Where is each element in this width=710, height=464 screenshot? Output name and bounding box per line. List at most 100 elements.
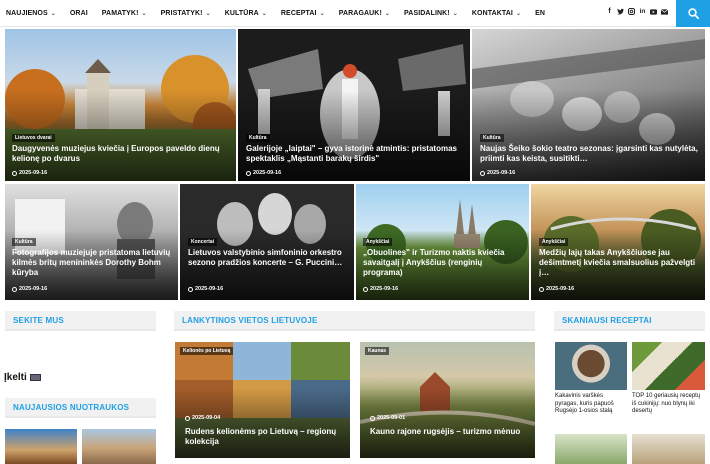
gradient-overlay bbox=[360, 388, 535, 458]
nav-item-paragauk[interactable]: PARAGAUK! ⌄ bbox=[333, 10, 390, 17]
chevron-down-icon: ⌄ bbox=[141, 10, 147, 17]
article-date: 2025-09-16 bbox=[246, 170, 281, 176]
places-section-header: LANKYTINOS VIETOS LIETUVOJE bbox=[174, 311, 535, 331]
twitter-icon[interactable] bbox=[617, 7, 624, 16]
chevron-down-icon: ⌄ bbox=[452, 10, 458, 17]
photos-section-header: NAUJAUSIOS NUOTRAUKOS bbox=[5, 398, 156, 418]
article-date: 2025-09-16 bbox=[480, 170, 515, 176]
featured-article[interactable]: Lietuvos dvarai Daugyvenės muziejus kvie… bbox=[5, 29, 236, 181]
nav-item-label: PRISTATYK! bbox=[160, 9, 203, 17]
article-title[interactable]: Naujas Šeiko šokio teatro sezonas: įgars… bbox=[480, 144, 700, 164]
top-navigation: NAUJIENOS ⌄ ORAI PAMATYK! ⌄ PRISTATYK! ⌄ KULTŪR… bbox=[0, 0, 710, 27]
nav-item-label: ORAI bbox=[69, 9, 88, 17]
clock-icon bbox=[363, 286, 368, 292]
article-date: 2025-09-04 bbox=[185, 415, 220, 421]
gradient-overlay bbox=[238, 89, 470, 181]
place-article[interactable]: Kaunas 2025-09-01 Kauno rajone rugsėjis … bbox=[360, 342, 535, 458]
article-date: 2025-09-16 bbox=[539, 286, 574, 292]
category-badge[interactable]: Kaunas bbox=[365, 347, 390, 355]
clock-icon bbox=[188, 286, 193, 292]
featured-article[interactable]: Koncertai Lietuvos valstybinio simfonini… bbox=[180, 184, 354, 300]
recipe-image bbox=[632, 342, 705, 390]
clock-icon bbox=[539, 286, 544, 292]
category-badge[interactable]: Kultūra bbox=[480, 134, 504, 142]
nav-item-kontaktai[interactable]: KONTAKTAI ⌄ bbox=[466, 10, 521, 17]
article-title[interactable]: Lietuvos valstybinio simfoninio orkestro… bbox=[188, 248, 348, 268]
recipe-image bbox=[555, 342, 627, 390]
search-button[interactable] bbox=[676, 0, 710, 27]
clock-icon bbox=[370, 415, 375, 421]
facebook-icon[interactable]: f bbox=[606, 7, 613, 16]
article-title[interactable]: Rudens kelionėms po Lietuvą – regionų ko… bbox=[185, 427, 345, 447]
recipe-title[interactable]: Kakavinis varškės pyragas, kuris papuoš … bbox=[555, 393, 627, 416]
youtube-icon[interactable] bbox=[650, 7, 657, 16]
clock-icon bbox=[185, 415, 190, 421]
recipe-image bbox=[555, 434, 627, 464]
section-title: SEKITE MUS bbox=[13, 316, 64, 325]
category-badge[interactable]: Koncertai bbox=[188, 238, 218, 246]
article-title[interactable]: Kauno rajone rugsėjis – turizmo mėnuo bbox=[370, 427, 530, 437]
section-title: NAUJAUSIOS NUOTRAUKOS bbox=[13, 403, 130, 412]
chevron-down-icon: ⌄ bbox=[319, 10, 325, 17]
article-title[interactable]: Fotografijos muziejuje pristatoma lietuv… bbox=[12, 248, 172, 278]
category-badge[interactable]: Kultūra bbox=[12, 238, 36, 246]
recipe-item[interactable]: TOP 10 geriausių receptų iš cukinijų: nu… bbox=[632, 342, 705, 422]
nav-item-orai[interactable]: ORAI bbox=[64, 10, 88, 17]
nav-menu: NAUJIENOS ⌄ ORAI PAMATYK! ⌄ PRISTATYK! ⌄ KULTŪR… bbox=[0, 0, 553, 26]
nav-item-label: PAMATYK! bbox=[101, 9, 139, 17]
mail-icon[interactable] bbox=[661, 7, 668, 16]
social-links: f in bbox=[606, 7, 668, 16]
featured-article[interactable]: Kultūra Fotografijos muziejuje pristatom… bbox=[5, 184, 178, 300]
section-title: LANKYTINOS VIETOS LIETUVOJE bbox=[182, 316, 318, 325]
article-date: 2025-09-16 bbox=[188, 286, 223, 292]
place-article[interactable]: Kelionės po Lietuvą 2025-09-04 Rudens ke… bbox=[175, 342, 350, 458]
photo-thumbnail[interactable] bbox=[82, 429, 156, 464]
nav-item-kultūra[interactable]: KULTŪRA ⌄ bbox=[219, 10, 267, 17]
category-badge[interactable]: Lietuvos dvarai bbox=[12, 134, 55, 142]
upload-link[interactable]: Įkelti bbox=[4, 372, 41, 383]
photo-image bbox=[5, 429, 77, 464]
recipe-image bbox=[632, 434, 705, 464]
article-date: 2025-09-01 bbox=[370, 415, 405, 421]
upload-label[interactable]: Įkelti bbox=[4, 372, 27, 383]
featured-article[interactable]: Kultūra Naujas Šeiko šokio teatro sezona… bbox=[472, 29, 705, 181]
chevron-down-icon: ⌄ bbox=[205, 10, 211, 17]
article-title[interactable]: Galerijoje „laiptai" – gyva istorinė atm… bbox=[246, 144, 466, 164]
nav-item-pasidalink[interactable]: PASIDALINK! ⌄ bbox=[398, 10, 458, 17]
article-date: 2025-09-16 bbox=[363, 286, 398, 292]
article-title[interactable]: „Obuolines" ir Turizmo naktis kviečia sa… bbox=[363, 248, 523, 278]
recipe-title[interactable]: TOP 10 geriausių receptų iš cukinijų: nu… bbox=[632, 393, 704, 416]
photo-image bbox=[82, 429, 156, 464]
chevron-down-icon: ⌄ bbox=[515, 10, 522, 17]
featured-article[interactable]: Anykščiai Medžių lajų takas Anykščiuose … bbox=[531, 184, 705, 300]
clock-icon bbox=[246, 170, 251, 176]
category-badge[interactable]: Anykščiai bbox=[363, 238, 393, 246]
category-badge[interactable]: Kelionės po Lietuvą bbox=[180, 347, 234, 355]
nav-item-pristatyk[interactable]: PRISTATYK! ⌄ bbox=[155, 10, 211, 17]
category-badge[interactable]: Anykščiai bbox=[539, 238, 569, 246]
recipe-thumbnail[interactable] bbox=[555, 434, 627, 464]
category-badge[interactable]: Kultūra bbox=[246, 134, 270, 142]
article-title[interactable]: Medžių lajų takas Anykščiuose jau dešimt… bbox=[539, 248, 699, 278]
featured-article[interactable]: Kultūra Galerijoje „laiptai" – gyva isto… bbox=[238, 29, 470, 181]
nav-item-naujienos[interactable]: NAUJIENOS ⌄ bbox=[0, 10, 56, 17]
nav-item-label: PASIDALINK! bbox=[404, 9, 450, 17]
linkedin-icon[interactable]: in bbox=[639, 7, 646, 16]
photo-thumbnail[interactable] bbox=[5, 429, 77, 464]
nav-item-pamatyk[interactable]: PAMATYK! ⌄ bbox=[96, 10, 147, 17]
nav-item-label: KULTŪRA bbox=[224, 9, 259, 17]
nav-item-en[interactable]: EN bbox=[529, 10, 545, 17]
nav-item-label: RECEPTAI bbox=[280, 9, 317, 17]
nav-item-receptai[interactable]: RECEPTAI ⌄ bbox=[275, 10, 325, 17]
nav-item-label: EN bbox=[535, 9, 546, 17]
nav-item-label: NAUJIENOS bbox=[6, 9, 48, 17]
recipe-item[interactable]: Kakavinis varškės pyragas, kuris papuoš … bbox=[555, 342, 627, 422]
chevron-down-icon: ⌄ bbox=[261, 10, 267, 17]
article-date: 2025-09-16 bbox=[12, 286, 47, 292]
instagram-icon[interactable] bbox=[628, 7, 635, 16]
article-title[interactable]: Daugyvenės muziejus kviečia į Europos pa… bbox=[12, 144, 228, 164]
recipes-section-header: SKANIAUSI RECEPTAI bbox=[554, 311, 705, 331]
featured-article[interactable]: Anykščiai „Obuolines" ir Turizmo naktis … bbox=[356, 184, 529, 300]
recipe-thumbnail[interactable] bbox=[632, 434, 705, 464]
chevron-down-icon: ⌄ bbox=[384, 10, 391, 17]
